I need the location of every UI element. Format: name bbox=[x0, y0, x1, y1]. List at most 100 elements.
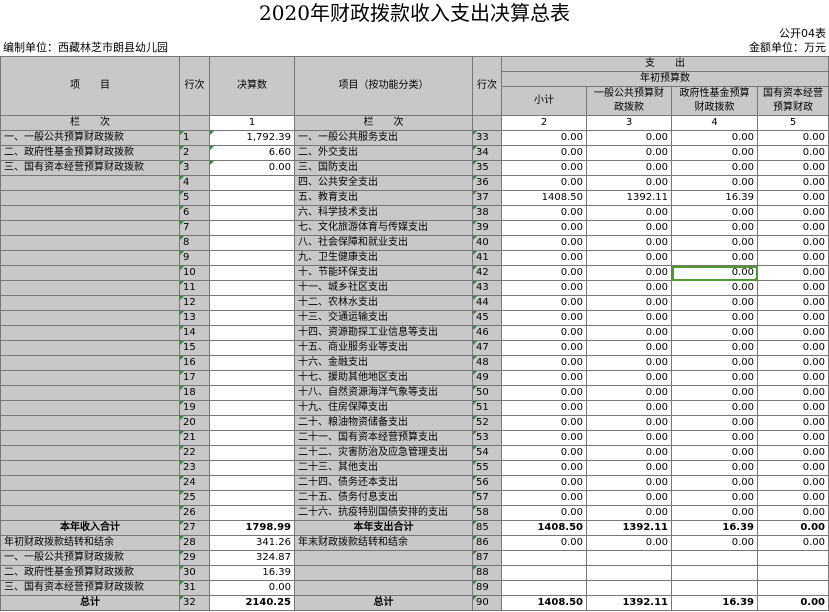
income-item-cell[interactable] bbox=[0, 205, 180, 221]
blank-cell[interactable] bbox=[294, 580, 473, 596]
fund-budget-cell[interactable]: 0.00 bbox=[671, 445, 758, 461]
expense-row-no-cell[interactable]: 49 bbox=[472, 370, 502, 386]
subtotal-cell[interactable]: 0.00 bbox=[501, 475, 587, 491]
carry-in-general-label[interactable]: 一、一般公共预算财政拨款 bbox=[0, 550, 180, 566]
blank-row-no[interactable]: 89 bbox=[472, 580, 502, 596]
expense-item-cell[interactable]: 十五、商业服务业等支出 bbox=[294, 340, 473, 356]
income-item-cell[interactable] bbox=[0, 355, 180, 371]
state-capital-cell[interactable]: 0.00 bbox=[757, 220, 829, 236]
col-5[interactable]: 5 bbox=[757, 115, 829, 131]
income-item-cell[interactable] bbox=[0, 340, 180, 356]
income-item-cell[interactable] bbox=[0, 370, 180, 386]
expense-row-no-cell[interactable]: 56 bbox=[472, 475, 502, 491]
blank-cell[interactable] bbox=[501, 565, 587, 581]
blank-cell[interactable] bbox=[294, 550, 473, 566]
subtotal-cell[interactable]: 0.00 bbox=[501, 415, 587, 431]
fund-budget-cell[interactable]: 0.00 bbox=[671, 415, 758, 431]
income-row-no-cell[interactable]: 21 bbox=[179, 430, 210, 446]
general-budget-cell[interactable]: 0.00 bbox=[586, 265, 672, 281]
income-amount-cell[interactable] bbox=[209, 325, 295, 341]
expense-total-fund[interactable]: 16.39 bbox=[671, 520, 758, 536]
state-capital-cell[interactable]: 0.00 bbox=[757, 265, 829, 281]
general-budget-cell[interactable]: 0.00 bbox=[586, 220, 672, 236]
general-budget-cell[interactable]: 0.00 bbox=[586, 235, 672, 251]
subtotal-cell[interactable]: 0.00 bbox=[501, 280, 587, 296]
header-annual-budget[interactable]: 年初预算数 bbox=[501, 71, 829, 87]
income-item-cell[interactable] bbox=[0, 220, 180, 236]
general-budget-cell[interactable]: 1392.11 bbox=[586, 190, 672, 206]
expense-item-cell[interactable]: 二、外交支出 bbox=[294, 145, 473, 161]
general-budget-cell[interactable]: 0.00 bbox=[586, 355, 672, 371]
fund-budget-cell[interactable]: 0.00 bbox=[671, 475, 758, 491]
expense-row-no-cell[interactable]: 43 bbox=[472, 280, 502, 296]
income-item-cell[interactable] bbox=[0, 490, 180, 506]
subtotal-cell[interactable]: 0.00 bbox=[501, 250, 587, 266]
fund-budget-cell[interactable]: 0.00 bbox=[671, 505, 758, 521]
income-amount-cell[interactable] bbox=[209, 280, 295, 296]
fund-budget-cell[interactable]: 0.00 bbox=[671, 430, 758, 446]
carry-in-state-no[interactable]: 31 bbox=[179, 580, 210, 596]
grand-total-state[interactable]: 0.00 bbox=[757, 595, 829, 611]
fund-budget-cell[interactable]: 0.00 bbox=[671, 265, 758, 281]
fund-budget-cell[interactable]: 0.00 bbox=[671, 325, 758, 341]
fund-budget-cell[interactable]: 0.00 bbox=[671, 310, 758, 326]
header-expense[interactable]: 支 出 bbox=[501, 56, 829, 72]
state-capital-cell[interactable]: 0.00 bbox=[757, 235, 829, 251]
carry-in-label[interactable]: 年初财政拨款结转和结余 bbox=[0, 535, 180, 551]
subtotal-cell[interactable]: 0.00 bbox=[501, 145, 587, 161]
income-row-no-cell[interactable]: 10 bbox=[179, 265, 210, 281]
blank-cell[interactable] bbox=[586, 565, 672, 581]
blank-cell[interactable] bbox=[294, 565, 473, 581]
carry-out-label[interactable]: 年末财政拨款结转和结余 bbox=[294, 535, 473, 551]
fund-budget-cell[interactable]: 0.00 bbox=[671, 460, 758, 476]
general-budget-cell[interactable]: 0.00 bbox=[586, 490, 672, 506]
carry-out-no[interactable]: 86 bbox=[472, 535, 502, 551]
expense-row-no-cell[interactable]: 45 bbox=[472, 310, 502, 326]
header-general-budget[interactable]: 一般公共预算财政拨款 bbox=[586, 86, 672, 116]
subtotal-cell[interactable]: 0.00 bbox=[501, 265, 587, 281]
expense-item-cell[interactable]: 二十一、国有资本经营预算支出 bbox=[294, 430, 473, 446]
subtotal-cell[interactable]: 0.00 bbox=[501, 400, 587, 416]
grand-total-general[interactable]: 1392.11 bbox=[586, 595, 672, 611]
general-budget-cell[interactable]: 0.00 bbox=[586, 160, 672, 176]
expense-row-no-cell[interactable]: 39 bbox=[472, 220, 502, 236]
income-amount-cell[interactable] bbox=[209, 310, 295, 326]
income-row-no-cell[interactable]: 19 bbox=[179, 400, 210, 416]
subtotal-cell[interactable]: 0.00 bbox=[501, 430, 587, 446]
grand-total-no-left[interactable]: 32 bbox=[179, 595, 210, 611]
income-row-no-cell[interactable]: 25 bbox=[179, 490, 210, 506]
income-item-cell[interactable] bbox=[0, 445, 180, 461]
state-capital-cell[interactable]: 0.00 bbox=[757, 415, 829, 431]
fund-budget-cell[interactable]: 0.00 bbox=[671, 175, 758, 191]
expense-item-cell[interactable]: 九、卫生健康支出 bbox=[294, 250, 473, 266]
income-amount-cell[interactable] bbox=[209, 385, 295, 401]
expense-item-cell[interactable]: 一、一般公共服务支出 bbox=[294, 130, 473, 146]
state-capital-cell[interactable]: 0.00 bbox=[757, 205, 829, 221]
general-budget-cell[interactable]: 0.00 bbox=[586, 340, 672, 356]
general-budget-cell[interactable]: 0.00 bbox=[586, 175, 672, 191]
expense-row-no-cell[interactable]: 50 bbox=[472, 385, 502, 401]
header-row-no[interactable]: 行次 bbox=[179, 56, 210, 116]
income-row-no-cell[interactable]: 23 bbox=[179, 460, 210, 476]
expense-row-no-cell[interactable]: 44 bbox=[472, 295, 502, 311]
expense-row-no-cell[interactable]: 36 bbox=[472, 175, 502, 191]
header-expense-item[interactable]: 项目（按功能分类） bbox=[294, 56, 473, 116]
income-total-no[interactable]: 27 bbox=[179, 520, 210, 536]
blank-row-no[interactable]: 88 bbox=[472, 565, 502, 581]
income-amount-cell[interactable] bbox=[209, 265, 295, 281]
income-amount-cell[interactable] bbox=[209, 205, 295, 221]
expense-item-cell[interactable]: 十二、农林水支出 bbox=[294, 295, 473, 311]
expense-row-no-cell[interactable]: 42 bbox=[472, 265, 502, 281]
income-item-cell[interactable] bbox=[0, 265, 180, 281]
expense-item-cell[interactable]: 二十五、债务付息支出 bbox=[294, 490, 473, 506]
subtotal-cell[interactable]: 0.00 bbox=[501, 235, 587, 251]
general-budget-cell[interactable]: 0.00 bbox=[586, 280, 672, 296]
income-item-cell[interactable] bbox=[0, 475, 180, 491]
expense-row-no-cell[interactable]: 51 bbox=[472, 400, 502, 416]
carry-out-state[interactable]: 0.00 bbox=[757, 535, 829, 551]
general-budget-cell[interactable]: 0.00 bbox=[586, 415, 672, 431]
income-amount-cell[interactable] bbox=[209, 190, 295, 206]
income-row-no-cell[interactable]: 18 bbox=[179, 385, 210, 401]
fund-budget-cell[interactable]: 0.00 bbox=[671, 490, 758, 506]
state-capital-cell[interactable]: 0.00 bbox=[757, 355, 829, 371]
